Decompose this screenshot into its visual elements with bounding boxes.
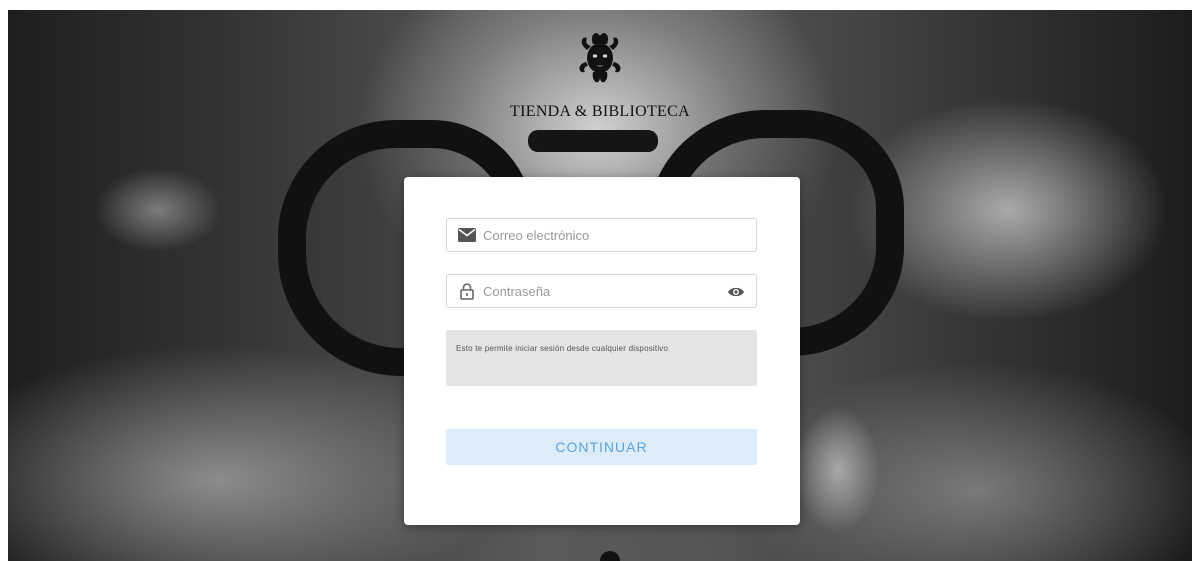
- continue-button[interactable]: CONTINUAR: [446, 429, 757, 465]
- page-frame: TIENDA & BIBLIOTECA Correo electrónico E…: [8, 10, 1192, 561]
- info-message: Esto te permite iniciar sesión desde cua…: [446, 330, 757, 386]
- email-input[interactable]: [483, 227, 713, 243]
- envelope-icon: [457, 225, 477, 245]
- brand-name: TIENDA & BIBLIOTECA: [510, 103, 690, 120]
- medusa-head-logo-icon: [579, 33, 621, 83]
- background-glasses-bridge: [528, 130, 658, 152]
- email-field[interactable]: [446, 218, 757, 252]
- password-input[interactable]: [483, 283, 713, 299]
- eye-icon[interactable]: [726, 282, 746, 302]
- login-card: Esto te permite iniciar sesión desde cua…: [404, 177, 800, 525]
- lock-icon: [457, 281, 477, 301]
- password-field[interactable]: [446, 274, 757, 308]
- brand-header: TIENDA & BIBLIOTECA: [8, 30, 1192, 121]
